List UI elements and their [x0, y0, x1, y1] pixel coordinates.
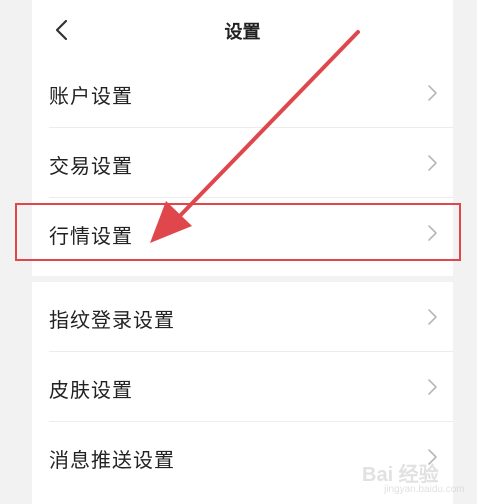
chevron-right-icon	[428, 225, 437, 241]
chevron-right-icon	[428, 449, 437, 465]
chevron-right-icon	[428, 155, 437, 171]
settings-group-trading: 账户设置 交易设置 行情设置	[32, 58, 453, 276]
account-settings-item[interactable]: 账户设置	[32, 58, 453, 128]
fingerprint-login-settings-item[interactable]: 指纹登录设置	[32, 282, 453, 352]
settings-group-app: 指纹登录设置 皮肤设置 消息推送设置	[32, 282, 453, 504]
market-settings-item[interactable]: 行情设置	[32, 198, 453, 268]
page-title: 设置	[224, 22, 261, 43]
chevron-right-icon	[428, 379, 437, 395]
push-notification-settings-item[interactable]: 消息推送设置	[32, 422, 453, 492]
trade-settings-item[interactable]: 交易设置	[32, 128, 453, 198]
chevron-right-icon	[428, 85, 437, 101]
market-settings-label: 行情设置	[49, 224, 133, 248]
skin-settings-item[interactable]: 皮肤设置	[32, 352, 453, 422]
skin-settings-label: 皮肤设置	[49, 378, 133, 402]
account-settings-label: 账户设置	[49, 84, 133, 108]
nav-header: 设置	[32, 0, 453, 58]
push-notification-settings-label: 消息推送设置	[49, 448, 175, 472]
settings-screen: 设置 账户设置 交易设置 行情设置 指纹登录设置 皮肤设置 消息推送设置 Bai…	[0, 0, 477, 504]
chevron-right-icon	[428, 309, 437, 325]
fingerprint-login-settings-label: 指纹登录设置	[49, 308, 175, 332]
trade-settings-label: 交易设置	[49, 154, 133, 178]
